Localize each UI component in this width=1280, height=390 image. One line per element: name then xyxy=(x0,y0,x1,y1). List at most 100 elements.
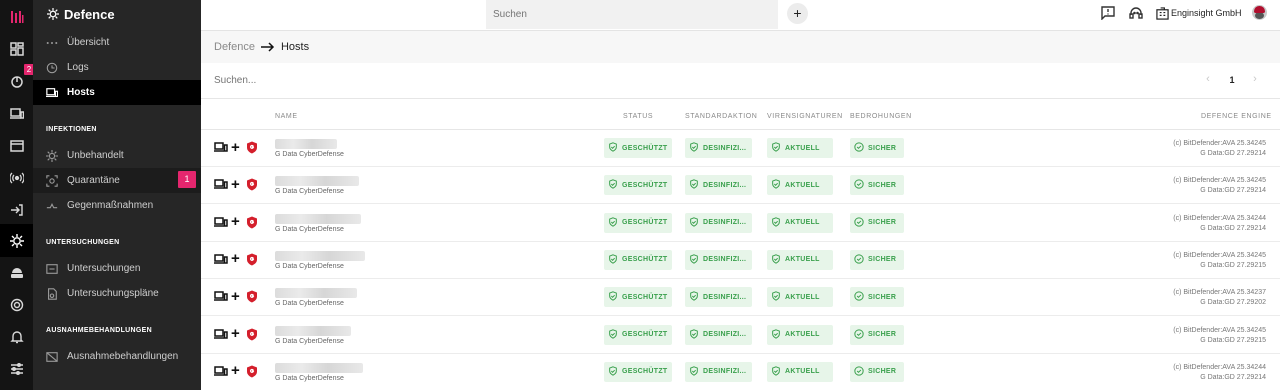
app: 2 Defence Übersicht Logs Hosts INFEKTION… xyxy=(0,0,1280,390)
pagination-next-button[interactable]: › xyxy=(1249,73,1261,87)
sidebar-item-gegenmassnahmen[interactable]: Gegenmaßnahmen xyxy=(33,193,201,218)
defence-engine-versions: (c) BitDefender:AVA 25.34245 G Data:GD 2… xyxy=(1173,326,1266,346)
sidebar-item-ausnahmebehandlungen[interactable]: Ausnahmebehandlungen xyxy=(33,344,201,369)
sidebar-item-unbehandelt[interactable]: Unbehandelt xyxy=(33,143,201,168)
action-badge-label: DESINFIZI... xyxy=(703,256,747,264)
server-icon[interactable] xyxy=(0,256,33,289)
engine-gdata: G Data:GD 27.29215 xyxy=(1200,261,1266,269)
host-product: G Data CyberDefense xyxy=(275,225,344,233)
threats-badge-label: SICHER xyxy=(868,144,897,152)
shield-check-icon xyxy=(608,216,622,229)
redacted-hostname[interactable] xyxy=(275,325,351,336)
redacted-hostname[interactable] xyxy=(275,139,337,149)
gdata-logo-icon xyxy=(247,178,257,191)
plus-icon: + xyxy=(231,213,240,231)
sidebar-title: Defence xyxy=(47,5,115,23)
engine-bitdefender: (c) BitDefender:AVA 25.34245 xyxy=(1173,326,1266,334)
table-row[interactable]: + G Data CyberDefense GESCHÜTZT DESINFIZ… xyxy=(201,242,1280,279)
window-icon[interactable] xyxy=(0,129,33,162)
action-badge-label: DESINFIZI... xyxy=(703,144,747,152)
table-row[interactable]: + G Data CyberDefense GESCHÜTZT DESINFIZ… xyxy=(201,205,1280,242)
redacted-hostname[interactable] xyxy=(275,176,359,187)
plus-icon: + xyxy=(231,175,240,193)
threats-badge: SICHER xyxy=(850,249,904,270)
redacted-hostname[interactable] xyxy=(275,250,365,261)
avatar[interactable] xyxy=(1252,5,1267,20)
table-row[interactable]: + G Data CyberDefense GESCHÜTZT DESINFIZ… xyxy=(201,354,1280,390)
dashboard-icon[interactable] xyxy=(0,32,33,65)
table-row[interactable]: + G Data CyberDefense GESCHÜTZT DESINFIZ… xyxy=(201,130,1280,167)
action-badge: DESINFIZI... xyxy=(685,361,752,382)
shield-check-icon xyxy=(771,328,785,341)
status-badge-label: GESCHÜTZT xyxy=(622,144,668,152)
table-row[interactable]: + G Data CyberDefense GESCHÜTZT DESINFIZ… xyxy=(201,167,1280,205)
action-badge-label: DESINFIZI... xyxy=(703,331,747,338)
logo-icon[interactable] xyxy=(0,0,33,33)
row-icons: + xyxy=(214,140,258,155)
breadcrumb-parent[interactable]: Defence xyxy=(214,41,255,53)
threats-badge: SICHER xyxy=(850,212,904,233)
radio-icon[interactable] xyxy=(0,161,33,194)
devices-icon xyxy=(214,366,228,376)
login-icon[interactable] xyxy=(0,193,33,226)
global-search-input[interactable] xyxy=(486,0,778,29)
shield-check-icon xyxy=(608,291,622,303)
devices-icon[interactable] xyxy=(0,97,33,130)
shield-check-icon xyxy=(608,254,622,266)
engine-bitdefender: (c) BitDefender:AVA 25.34244 xyxy=(1173,363,1266,371)
column-header-standardaktion[interactable]: STANDARDAKTION xyxy=(685,113,757,120)
column-header-name[interactable]: NAME xyxy=(275,113,298,120)
support-icon[interactable] xyxy=(1129,6,1143,20)
column-header-defence-engine[interactable]: DEFENCE ENGINE xyxy=(1201,113,1272,120)
sidebar-item-hosts[interactable]: Hosts xyxy=(33,80,201,105)
signatures-badge-label: AKTUELL xyxy=(785,181,820,189)
sidebar-item-label: Unbehandelt xyxy=(67,150,124,161)
target-icon[interactable] xyxy=(0,288,33,321)
table-row[interactable]: + G Data CyberDefense GESCHÜTZT DESINFIZ… xyxy=(201,317,1280,354)
redacted-hostname[interactable] xyxy=(275,362,363,373)
shield-check-icon xyxy=(689,328,703,341)
engine-gdata: G Data:GD 27.29214 xyxy=(1200,373,1266,381)
pagination-prev-button[interactable]: ‹ xyxy=(1202,73,1214,87)
breadcrumb-current: Hosts xyxy=(280,41,310,53)
column-header-bedrohungen[interactable]: BEDROHUNGEN xyxy=(850,113,912,120)
engine-gdata: G Data:GD 27.29214 xyxy=(1200,224,1266,232)
sidebar-item-uebersicht[interactable]: Übersicht xyxy=(33,30,201,55)
sidebar-item-untersuchungen[interactable]: Untersuchungen xyxy=(33,256,201,281)
company-switcher[interactable]: Enginsight GmbH xyxy=(1156,5,1242,21)
redacted-hostname[interactable] xyxy=(275,213,361,224)
shield-check-icon xyxy=(771,291,785,303)
signatures-badge-label: AKTUELL xyxy=(785,256,820,264)
sidebar-item-untersuchungsplaene[interactable]: Untersuchungspläne xyxy=(33,281,201,306)
table-row[interactable]: + G Data CyberDefense GESCHÜTZT DESINFIZ… xyxy=(201,279,1280,317)
gdata-logo-icon xyxy=(247,328,257,340)
defence-engine-versions: (c) BitDefender:AVA 25.34237 G Data:GD 2… xyxy=(1173,288,1266,308)
column-header-status[interactable]: STATUS xyxy=(623,113,653,120)
sidebar-item-logs[interactable]: Logs xyxy=(33,55,201,80)
redacted-hostname[interactable] xyxy=(275,288,357,299)
dots-icon xyxy=(46,41,58,44)
bell-icon[interactable] xyxy=(0,320,33,353)
virus-icon[interactable] xyxy=(0,224,33,257)
action-badge-label: DESINFIZI... xyxy=(703,293,747,301)
signatures-badge: AKTUELL xyxy=(767,324,833,345)
sidebar-item-label: Gegenmaßnahmen xyxy=(67,200,154,211)
engine-bitdefender: (c) BitDefender:AVA 25.34237 xyxy=(1173,289,1266,297)
divider xyxy=(201,98,1280,99)
check-circle-icon xyxy=(854,142,868,154)
sidebar-section-ausnahmebehandlungen: AUSNAHMEBEHANDLUNGEN xyxy=(46,327,152,334)
sidebar-item-label: Hosts xyxy=(67,87,95,98)
column-header-virensignaturen[interactable]: VIRENSIGNATUREN xyxy=(767,113,843,120)
pagination-current-page[interactable]: 1 xyxy=(1226,72,1238,88)
settings-sliders-icon[interactable] xyxy=(0,352,33,385)
add-button[interactable]: + xyxy=(787,3,808,24)
shield-check-icon xyxy=(689,216,703,229)
hosts-search-input[interactable] xyxy=(214,72,514,89)
check-circle-icon xyxy=(854,328,868,341)
row-icons: + xyxy=(214,213,258,231)
feedback-icon[interactable] xyxy=(1101,6,1115,21)
signatures-badge: AKTUELL xyxy=(767,249,833,270)
check-circle-icon xyxy=(854,291,868,303)
signatures-badge-label: AKTUELL xyxy=(785,219,820,227)
sidebar-item-quarantaene[interactable]: Quarantäne 1 xyxy=(33,168,201,193)
